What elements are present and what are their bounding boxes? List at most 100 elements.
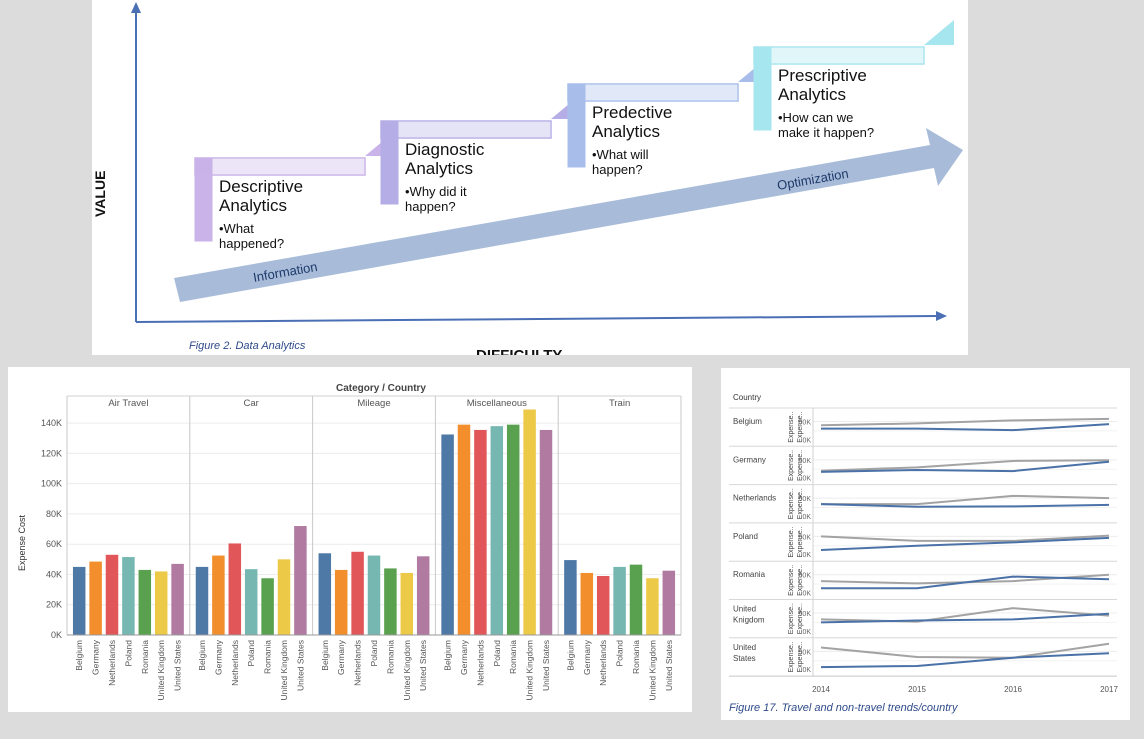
stage-question-line1: •Why did it	[405, 184, 467, 199]
difficulty-axis-line	[135, 315, 939, 323]
stage-step-triangle	[924, 20, 954, 45]
x-tick-label: Netherlands	[107, 640, 117, 686]
stage-4: PrescriptiveAnalytics •How can we make it…	[753, 20, 954, 140]
bar-mileage-romania	[384, 568, 397, 635]
country-label: Netherlands	[733, 494, 776, 503]
x-tick-label: Romania	[508, 640, 518, 674]
y-tick-label: 0K	[802, 629, 811, 636]
x-tick-label: United Kingdom	[402, 640, 412, 700]
value-axis-label: VALUE	[92, 171, 108, 217]
y-tick-label: 20K	[46, 600, 62, 610]
x-tick-label: Germany	[582, 639, 592, 675]
bar-miscellaneous-romania	[506, 424, 520, 635]
bar-miscellaneous-poland	[490, 426, 504, 635]
bar-air-travel-united-kingdom	[154, 571, 168, 635]
y-tick-label: 0K	[802, 552, 811, 559]
row-romania: Romania Expense.. Expense..50K0K	[729, 560, 1117, 600]
value-axis-arrowhead	[131, 2, 141, 13]
figure-17-caption: Figure 17. Travel and non-travel trends/…	[729, 702, 958, 714]
chart-title: Category / Country	[336, 383, 426, 394]
bar-mileage-poland	[367, 555, 381, 635]
stage-top-fill	[196, 159, 364, 174]
difficulty-axis-label: DIFFICULTY	[476, 347, 562, 355]
stage-title-line2: Analytics	[778, 85, 846, 104]
y-axis-title: Expense..	[788, 526, 795, 557]
x-tick-label: Romania	[263, 640, 273, 674]
y-tick-label: 50K	[799, 420, 812, 427]
bar-train-united-kingdom	[646, 578, 659, 635]
bar-air-travel-germany	[89, 561, 102, 635]
x-tick-label: Romania	[631, 640, 641, 674]
panel-header: Mileage	[357, 398, 390, 409]
stage-top-fill	[382, 122, 550, 137]
x-tick-label: Netherlands	[475, 640, 485, 686]
panel-header: Car	[244, 398, 259, 409]
bar-air-travel-poland	[122, 557, 135, 635]
country-label: Germany	[733, 455, 766, 464]
y-tick-label: 0K	[802, 667, 811, 674]
x-tick-label: Belgium	[197, 640, 207, 671]
analytics-diagram: VALUEDIFFICULTYInformationOptimizationDe…	[92, 2, 963, 355]
trend-chart-panel: Country Belgium Expense.. Expense.. 50K 0K Ger…	[721, 368, 1130, 720]
country-label: Romania	[733, 570, 766, 579]
y-tick-label: 100K	[41, 479, 62, 489]
bar-air-travel-romania	[138, 569, 152, 635]
row-germany: Germany Expense.. Expense..50K0K	[729, 445, 1117, 485]
stage-question-line1: •What will	[592, 147, 649, 162]
y-tick-label: 0K	[802, 514, 811, 521]
stage-3: PredectiveAnalytics •What will happen?	[567, 57, 768, 177]
panel-header: Air Travel	[108, 398, 148, 409]
analytics-diagram-panel: VALUEDIFFICULTYInformationOptimizationDe…	[92, 0, 968, 355]
bar-train-romania	[629, 564, 643, 635]
row-poland: Poland Expense.. Expense..50K0K	[729, 522, 1117, 562]
x-tick-label: 2015	[908, 685, 926, 694]
x-tick-label: Poland	[246, 640, 256, 667]
gray-trend-line	[820, 417, 1110, 427]
x-tick-label: United Kingdom	[647, 640, 657, 700]
stage-title-line1: Descriptive	[219, 177, 303, 196]
y-axis-title: Expense..	[788, 450, 795, 481]
row-united-states: UnitedStates Expense.. Expense..50K0K	[729, 637, 1117, 677]
country-label: Poland	[733, 532, 758, 541]
x-tick-label: Germany	[459, 639, 469, 675]
country-label: States	[733, 654, 756, 663]
x-tick-label: Belgium	[320, 640, 330, 671]
x-tick-label: Poland	[492, 640, 502, 667]
y-tick-label: 50K	[799, 496, 812, 503]
y-axis-title: Expense Cost	[17, 514, 27, 571]
bar-miscellaneous-germany	[457, 424, 471, 635]
country-label: United	[733, 643, 756, 652]
x-tick-label: 2016	[1004, 685, 1022, 694]
y-tick-label: 50K	[799, 611, 812, 618]
x-tick-label: United States	[541, 640, 551, 691]
stage-title-line2: Analytics	[219, 196, 287, 215]
y-tick-label: 40K	[46, 569, 62, 579]
bar-car-poland	[244, 569, 258, 635]
x-tick-label: Belgium	[74, 640, 84, 671]
bar-car-romania	[261, 578, 274, 635]
bar-miscellaneous-united-kingdom	[523, 409, 536, 635]
stage-question-line2: happen?	[592, 162, 643, 177]
y-axis-title: Expense..	[788, 488, 795, 519]
x-tick-label: Romania	[385, 640, 395, 674]
stage-title-line1: Prescriptive	[778, 66, 867, 85]
country-label: United	[733, 605, 756, 614]
x-tick-label: Poland	[615, 640, 625, 667]
stage-question-line2: happen?	[405, 199, 456, 214]
panel-header: Miscellaneous	[467, 398, 527, 409]
bar-air-travel-netherlands	[105, 554, 119, 635]
y-tick-label: 50K	[799, 573, 812, 580]
country-header: Country	[733, 393, 761, 402]
country-label: Knigdom	[733, 616, 765, 625]
stage-question-line1: •How can we	[778, 110, 853, 125]
y-axis-title: Expense..	[788, 565, 795, 596]
y-tick-label: 80K	[46, 509, 62, 519]
difficulty-axis-arrowhead	[936, 311, 947, 321]
panel-header: Train	[609, 398, 630, 409]
stage-title-line2: Analytics	[405, 159, 473, 178]
x-tick-label: 2017	[1100, 685, 1118, 694]
figure-2-caption: Figure 2. Data Analytics	[189, 340, 306, 352]
blue-trend-line	[820, 503, 1110, 508]
y-tick-label: 140K	[41, 418, 62, 428]
bar-mileage-united-kingdom	[400, 572, 414, 635]
